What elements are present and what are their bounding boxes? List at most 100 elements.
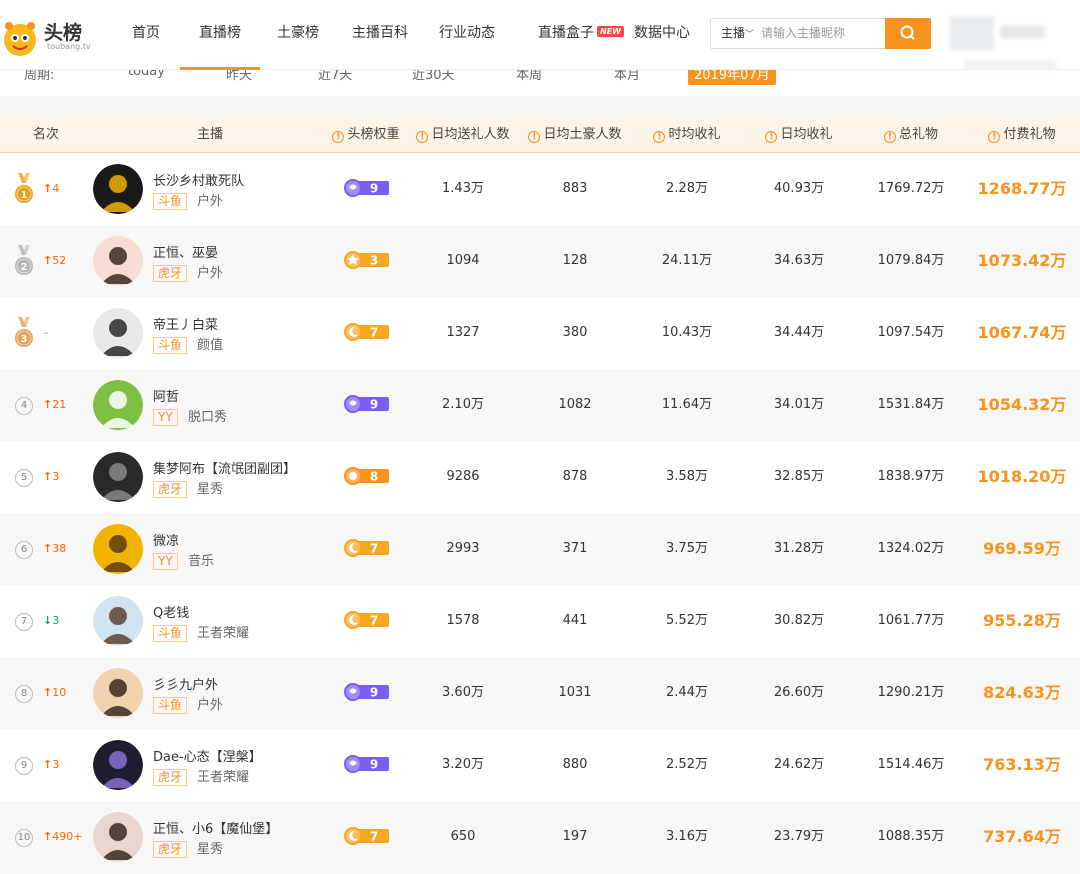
hourly-gifts-cell: 3.58万 (666, 469, 708, 484)
nav-item-6[interactable]: 数据中心 (622, 0, 702, 70)
rank-trend: ↑3 (43, 729, 59, 801)
table-row[interactable]: 3 – 帝王丿白菜 斗鱼 颜值 7 1327 380 10.43万 34.44万 1097.54万 1… (0, 297, 1080, 369)
column-header-label: 日均土豪人数 (543, 127, 622, 142)
table-row[interactable]: 5 ↑3 集梦阿布【流氓团副团】 虎牙 星秀 8 9286 878 3.58万 32.85万 183… (0, 441, 1080, 513)
user-menu (964, 60, 1056, 70)
brand-domain: toubang.tv (47, 42, 91, 51)
search-input[interactable] (761, 23, 881, 43)
anchor-name[interactable]: 正恒、小6【魔仙堡】 (153, 818, 278, 837)
info-icon[interactable]: ! (332, 131, 345, 143)
anchor-avatar[interactable] (93, 596, 143, 646)
nav-item-5[interactable]: 直播盒子 NEW (510, 0, 624, 70)
table-row[interactable]: 6 ↑38 微凉 YY 音乐 7 2993 371 3.75万 31.28万 1324.02万 969… (0, 513, 1080, 585)
total-gifts-cell: 1079.84万 (877, 253, 945, 268)
rank-trend-value: 3 (52, 758, 60, 771)
anchor-name[interactable]: 帝王丿白菜 (153, 314, 218, 333)
nav-item-0[interactable]: 首页 (112, 0, 180, 70)
nav-item-4[interactable]: 行业动态 (424, 0, 510, 70)
total-gifts-cell: 1061.77万 (877, 613, 945, 628)
brand-name: 头榜 (44, 22, 83, 44)
column-header-4[interactable]: ! 日均土豪人数 (515, 116, 635, 153)
anchor-avatar[interactable] (93, 236, 143, 286)
info-icon[interactable]: ! (653, 131, 666, 143)
arrow-up-icon: ↑ (43, 830, 53, 843)
column-header-label: 名次 (32, 127, 59, 142)
anchor-name[interactable]: 长沙乡村敢死队 (153, 170, 244, 189)
anchor-name[interactable]: 阿哲 (153, 386, 179, 405)
search-type-select[interactable]: 主播﹀ (711, 19, 759, 48)
info-icon[interactable]: ! (765, 131, 778, 143)
table-row[interactable]: 1 ↑4 长沙乡村敢死队 斗鱼 户外 9 1.43万 883 2.28万 40.93万 1769.7… (0, 153, 1080, 225)
platform-tag: 虎牙 (153, 769, 188, 786)
daily-senders-cell: 9286 (446, 469, 480, 484)
main-nav: 首页 直播榜 土豪榜 主播百科 行业动态 直播盒子 NEW 数据中心 (112, 0, 702, 70)
paid-gifts-cell: 1268.77万 (977, 179, 1067, 198)
table-row[interactable]: 2 ↑52 正恒、巫晏 虎牙 户外 3 1094 128 24.11万 34.63万 1079.84… (0, 225, 1080, 297)
hourly-gifts-cell: 2.52万 (666, 757, 708, 772)
hourly-gifts-cell: 2.28万 (666, 181, 708, 196)
nav-item-1[interactable]: 直播榜 (180, 0, 260, 70)
anchor-avatar[interactable] (93, 452, 143, 502)
anchor-avatar[interactable] (93, 740, 143, 790)
user-profile-blurred[interactable] (950, 16, 1056, 70)
anchor-name[interactable]: Q老钱 (153, 602, 189, 621)
rank-trend-value: 10 (52, 686, 67, 699)
table-row[interactable]: 9 ↑3 Dae-心态【涅槃】 虎牙 王者荣耀 9 3.20万 880 2.52万 24.62万 1… (0, 729, 1080, 801)
weight-value: 7 (370, 830, 378, 844)
weight-value: 7 (370, 326, 378, 340)
column-header-7[interactable]: ! 总礼物 (851, 116, 971, 153)
info-icon[interactable]: ! (988, 131, 1001, 143)
search-icon (900, 25, 915, 40)
anchor-name[interactable]: 彡彡九户外 (153, 674, 218, 693)
info-icon[interactable]: ! (883, 131, 896, 143)
anchor-name[interactable]: 微凉 (153, 530, 179, 549)
platform-tag: YY (153, 553, 178, 570)
category-label: 王者荣耀 (197, 770, 250, 785)
hourly-gifts-cell: 10.43万 (661, 325, 713, 340)
total-gifts-cell: 1290.21万 (877, 685, 945, 700)
column-header-3[interactable]: ! 日均送礼人数 (403, 116, 523, 153)
user-avatar (950, 16, 994, 50)
platform-tag: 斗鱼 (153, 625, 188, 642)
user-name (1000, 26, 1044, 38)
info-icon[interactable]: ! (528, 131, 541, 143)
rank-medal-icon: 1 (15, 173, 33, 203)
rank-number: 1 (21, 190, 28, 201)
column-header-5[interactable]: ! 时均收礼 (627, 116, 747, 153)
anchor-avatar[interactable] (93, 380, 143, 430)
daily-tycoons-cell: 441 (562, 613, 588, 628)
paid-gifts-cell: 1073.42万 (977, 251, 1067, 270)
anchor-avatar[interactable] (93, 308, 143, 358)
rank-number: 4 (15, 397, 33, 415)
rank-trend-value: 38 (52, 542, 67, 555)
rank-medal-icon: 2 (15, 245, 33, 275)
anchor-name[interactable]: 集梦阿布【流氓团副团】 (153, 458, 296, 477)
total-gifts-cell: 1769.72万 (877, 181, 945, 196)
nav-item-3[interactable]: 主播百科 (336, 0, 424, 70)
search-button[interactable] (885, 18, 931, 49)
anchor-name[interactable]: 正恒、巫晏 (153, 242, 218, 261)
column-header-label: 日均送礼人数 (431, 127, 510, 142)
arrow-up-icon: ↑ (43, 398, 53, 411)
column-header-6[interactable]: ! 日均收礼 (739, 116, 859, 153)
site-logo[interactable]: 头榜 toubang.tv (0, 12, 92, 58)
nav-item-2[interactable]: 土豪榜 (260, 0, 336, 70)
daily-tycoons-cell: 1031 (558, 685, 592, 700)
info-icon[interactable]: ! (416, 131, 429, 143)
anchor-avatar[interactable] (93, 524, 143, 574)
daily-gifts-cell: 32.85万 (773, 469, 825, 484)
anchor-avatar[interactable] (93, 812, 143, 862)
anchor-avatar[interactable] (93, 668, 143, 718)
new-badge: NEW (597, 26, 624, 37)
anchor-name[interactable]: Dae-心态【涅槃】 (153, 746, 262, 765)
anchor-avatar[interactable] (93, 164, 143, 214)
table-row[interactable]: 8 ↑10 彡彡九户外 斗鱼 户外 9 3.60万 1031 2.44万 26.60万 1290.2… (0, 657, 1080, 729)
column-header-8[interactable]: ! 付费礼物 (962, 116, 1080, 153)
table-row[interactable]: 4 ↑21 阿哲 YY 脱口秀 9 2.10万 1082 11.64万 34.01万 1531.84… (0, 369, 1080, 441)
daily-tycoons-cell: 883 (562, 181, 588, 196)
nav-item-label: 直播榜 (199, 25, 241, 41)
table-row[interactable]: 10 ↑490+ 正恒、小6【魔仙堡】 虎牙 星秀 7 650 197 3.16万 23.79万 1… (0, 801, 1080, 873)
total-gifts-cell: 1097.54万 (877, 325, 945, 340)
table-row[interactable]: 7 ↓3 Q老钱 斗鱼 王者荣耀 7 1578 441 5.52万 30.82万 1061.77万 9… (0, 585, 1080, 657)
category-label: 户外 (197, 194, 224, 209)
